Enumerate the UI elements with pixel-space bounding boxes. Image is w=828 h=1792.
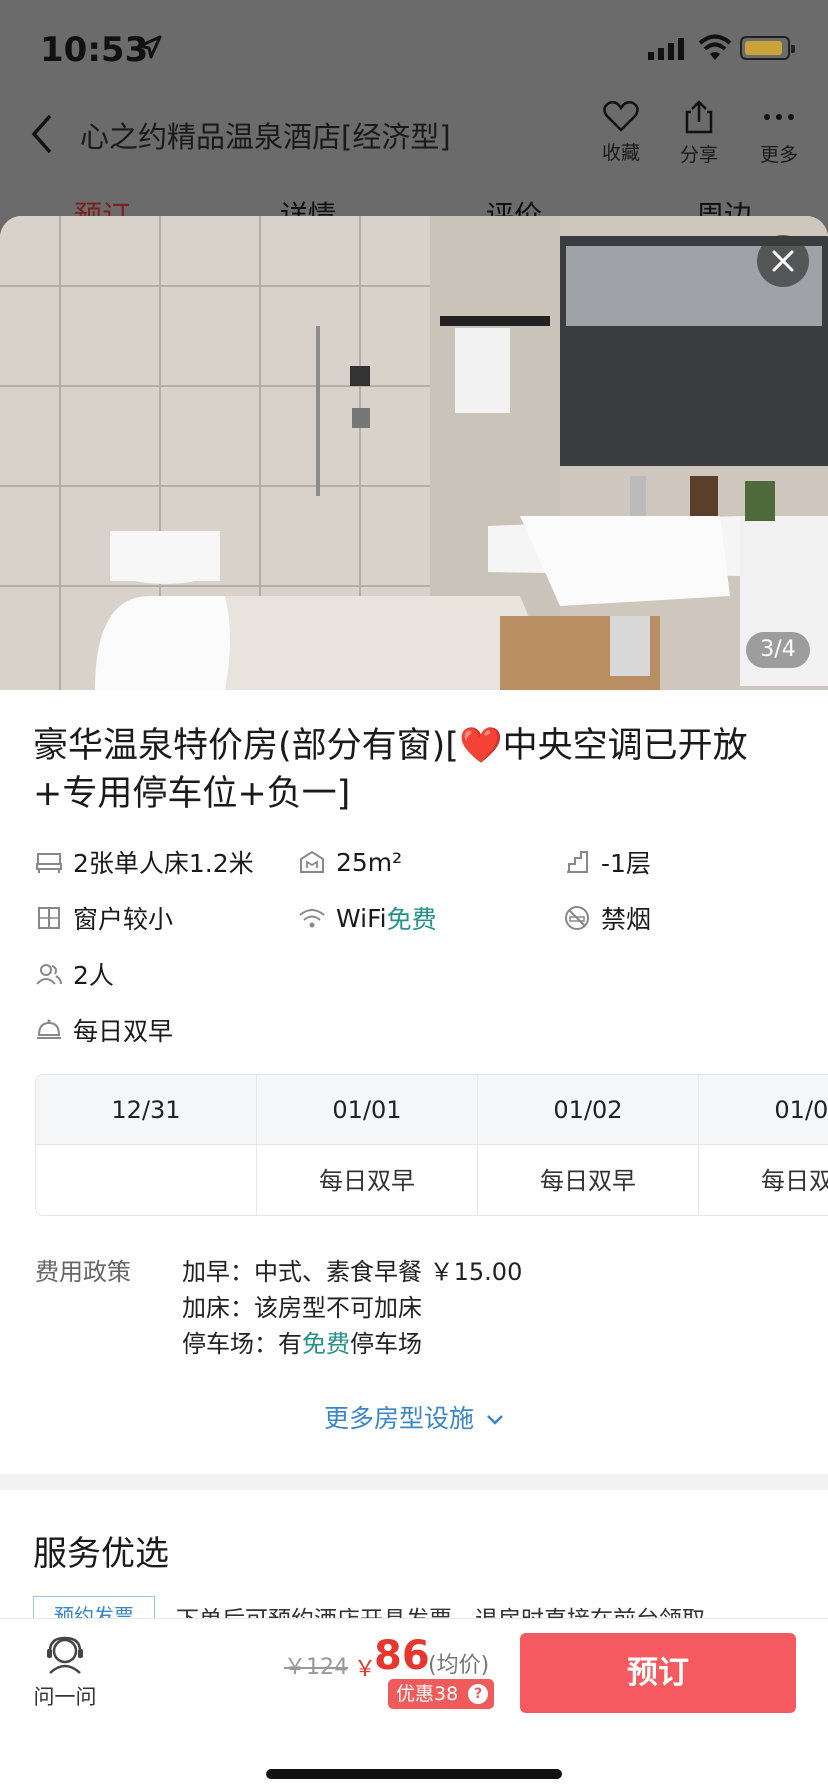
date-cell: 01/02 [478, 1075, 699, 1145]
close-button[interactable] [757, 235, 809, 287]
heart-emoji: ❤️ [458, 726, 503, 766]
wifi-text: WiFi [336, 903, 387, 933]
book-button[interactable]: 预订 [520, 1633, 796, 1713]
battery-icon [740, 36, 795, 60]
bottom-bar: 问一问 ￥124 ￥ 86 (均价) 优惠38 ? 预订 [0, 1618, 828, 1792]
more-facilities-label: 更多房型设施 [324, 1404, 475, 1433]
photo-counter: 3/4 [746, 632, 810, 668]
window-text: 窗户较小 [73, 905, 174, 934]
table-header: 12/31 01/01 01/02 01/03 [36, 1075, 828, 1145]
area-attr: 25m² [298, 842, 402, 882]
question-icon: ? [468, 1684, 489, 1704]
more-icon [764, 114, 794, 120]
bathroom-photo-illustration [0, 216, 828, 690]
value-cell: 每日双早 [699, 1145, 828, 1215]
policy-parking: 停车场：有免费停车场 [182, 1324, 422, 1359]
original-price: ￥124 [284, 1655, 348, 1680]
breakfast-attr: 每日双早 [35, 1010, 173, 1050]
chevron-down-icon [487, 1415, 503, 1425]
share-button[interactable]: 分享 [664, 100, 734, 167]
area-text: 25m² [336, 847, 403, 877]
parking-post: 停车场 [350, 1330, 422, 1358]
section-divider [0, 1474, 828, 1490]
window-attr: 窗户较小 [35, 898, 173, 938]
breakfast-icon [37, 1019, 61, 1039]
value-cell: 每日双早 [478, 1145, 699, 1215]
guests-icon [36, 964, 62, 985]
bed-icon [36, 853, 62, 873]
ask-icon [47, 1636, 83, 1674]
hotel-navbar: 心之约精品温泉酒店[经济型] 收藏 分享 更多 [0, 90, 828, 180]
parking-pre: 停车场：有 [182, 1330, 302, 1358]
bed-attr: 2张单人床1.2米 [35, 842, 254, 882]
favorite-label: 收藏 [601, 142, 640, 164]
parking-free: 免费 [302, 1330, 350, 1358]
breakfast-text: 每日双早 [73, 1017, 174, 1046]
floor-attr: -1层 [563, 842, 651, 882]
policy-label: 费用政策 [35, 1258, 131, 1286]
more-button[interactable]: 更多 [744, 100, 814, 167]
discount-label: 优惠38 [396, 1683, 459, 1705]
date-cell: 01/01 [257, 1075, 478, 1145]
hotel-title: 心之约精品温泉酒店[经济型] [80, 120, 451, 154]
share-label: 分享 [679, 144, 718, 166]
wifi-free-text: 免费 [386, 905, 437, 934]
current-price: 86 [374, 1633, 430, 1679]
date-cell: 12/31 [36, 1075, 257, 1145]
location-arrow-icon [138, 35, 162, 59]
status-time: 10:53 [40, 30, 149, 70]
floor-text: -1层 [601, 849, 651, 878]
policy-breakfast: 加早：中式、素食早餐 ￥15.00 [182, 1258, 523, 1286]
date-cell: 01/03 [699, 1075, 828, 1145]
heart-icon [603, 100, 639, 132]
wifi-icon [299, 909, 325, 928]
breakfast-table: 12/31 01/01 01/02 01/03 每日双早 每日双早 每日双早 [35, 1074, 828, 1216]
share-icon [685, 100, 713, 134]
more-facilities-link[interactable]: 更多房型设施 [0, 1399, 828, 1435]
guests-text: 2人 [73, 961, 114, 990]
value-cell [36, 1145, 257, 1215]
room-detail-sheet: 3/4 豪华温泉特价房(部分有窗)[❤️中央空调已开放+专用停车位+负一] 2张… [0, 216, 828, 1792]
back-arrow-icon[interactable] [30, 112, 54, 156]
favorite-button[interactable]: 收藏 [586, 100, 656, 165]
wifi-status-icon [698, 34, 732, 60]
more-label: 更多 [759, 144, 798, 166]
ask-button[interactable]: 问一问 [30, 1635, 100, 1711]
wifi-attr: WiFi 免费 [298, 898, 437, 938]
bed-text: 2张单人床1.2米 [73, 849, 254, 878]
window-icon [38, 907, 60, 929]
area-icon [300, 850, 324, 873]
service-title: 服务优选 [33, 1534, 169, 1574]
no-smoking-icon [565, 906, 589, 930]
stairs-icon [567, 851, 588, 873]
policy-extra-bed: 加床：该房型不可加床 [182, 1294, 422, 1322]
room-title-part1: 豪华温泉特价房(部分有窗)[ [33, 726, 459, 766]
close-icon [772, 250, 794, 272]
avg-price-label: (均价) [428, 1653, 490, 1678]
value-cell: 每日双早 [257, 1145, 478, 1215]
home-indicator [266, 1769, 562, 1779]
signal-icon [648, 38, 684, 60]
room-photo[interactable]: 3/4 [0, 216, 828, 690]
ask-label: 问一问 [33, 1685, 97, 1709]
status-bar: 10:53 [0, 0, 828, 100]
guests-attr: 2人 [35, 954, 114, 994]
smoke-text: 禁烟 [601, 905, 652, 934]
room-title: 豪华温泉特价房(部分有窗)[❤️中央空调已开放+专用停车位+负一] [33, 722, 803, 818]
discount-badge[interactable]: 优惠38 ? [388, 1679, 495, 1709]
smoke-attr: 禁烟 [563, 898, 651, 938]
price-currency: ￥ [354, 1657, 377, 1682]
